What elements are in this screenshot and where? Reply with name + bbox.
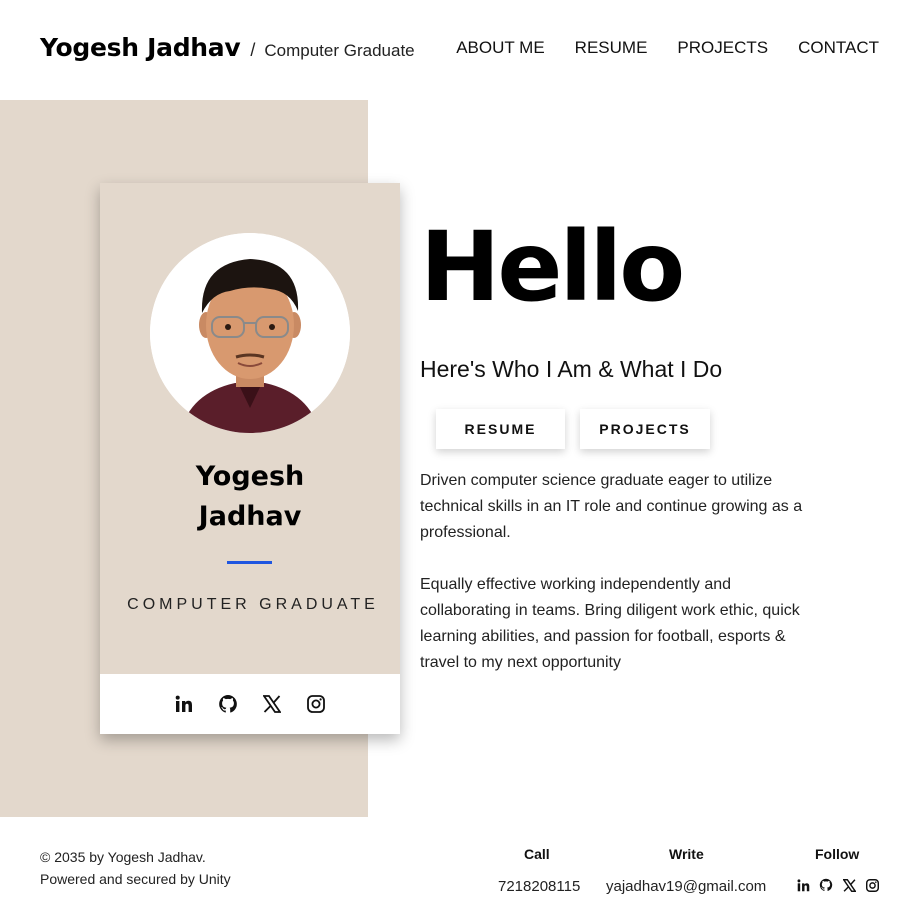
avatar (150, 233, 350, 433)
profile-card: Yogesh Jadhav COMPUTER GRADUATE (100, 183, 400, 734)
profile-name-last: Jadhav (198, 501, 302, 532)
resume-button[interactable]: RESUME (436, 409, 565, 449)
footer-copyright-block: © 2035 by Yogesh Jadhav. Powered and sec… (40, 846, 231, 890)
profile-name: Yogesh Jadhav (100, 457, 400, 537)
copyright-text: © 2035 by Yogesh Jadhav. (40, 849, 206, 865)
nav-about-me[interactable]: ABOUT ME (456, 38, 544, 58)
footer-email[interactable]: yajadhav19@gmail.com (606, 878, 766, 895)
hero-greeting: Hello (420, 211, 685, 323)
powered-by-text: Powered and secured by Unity (40, 871, 231, 887)
footer-write-label: Write (669, 846, 704, 862)
projects-button[interactable]: PROJECTS (580, 409, 710, 449)
site-tagline: Computer Graduate (264, 41, 415, 60)
instagram-icon[interactable] (865, 878, 879, 892)
nav-projects[interactable]: PROJECTS (677, 38, 768, 58)
profile-card-body: Yogesh Jadhav COMPUTER GRADUATE (100, 183, 400, 674)
site-owner-name[interactable]: Yogesh Jadhav (40, 33, 241, 62)
nav-resume[interactable]: RESUME (575, 38, 648, 58)
footer-social-links (796, 878, 879, 892)
nav-contact[interactable]: CONTACT (798, 38, 879, 58)
brand[interactable]: Yogesh Jadhav / Computer Graduate (40, 33, 415, 62)
main-nav: ABOUT ME RESUME PROJECTS CONTACT (456, 38, 879, 58)
profile-name-first: Yogesh (195, 461, 305, 492)
linkedin-icon[interactable] (174, 694, 194, 714)
footer-phone[interactable]: 7218208115 (498, 878, 580, 895)
x-icon[interactable] (842, 878, 856, 892)
footer-call-label: Call (524, 846, 550, 862)
about-paragraph: Equally effective working independently … (420, 576, 800, 671)
intro-paragraph: Driven computer science graduate eager t… (420, 472, 803, 541)
brand-separator: / (250, 40, 256, 60)
x-icon[interactable] (262, 694, 282, 714)
hero-subtitle: Here's Who I Am & What I Do (420, 356, 723, 382)
card-social-bar (100, 674, 400, 734)
accent-divider (227, 561, 272, 564)
footer-follow-label: Follow (815, 846, 860, 862)
profile-photo (150, 233, 350, 433)
instagram-icon[interactable] (306, 694, 326, 714)
github-icon[interactable] (218, 694, 238, 714)
site-header: Yogesh Jadhav / Computer Graduate ABOUT … (0, 0, 919, 100)
linkedin-icon[interactable] (796, 878, 810, 892)
profile-role: COMPUTER GRADUATE (127, 596, 379, 613)
github-icon[interactable] (819, 878, 833, 892)
